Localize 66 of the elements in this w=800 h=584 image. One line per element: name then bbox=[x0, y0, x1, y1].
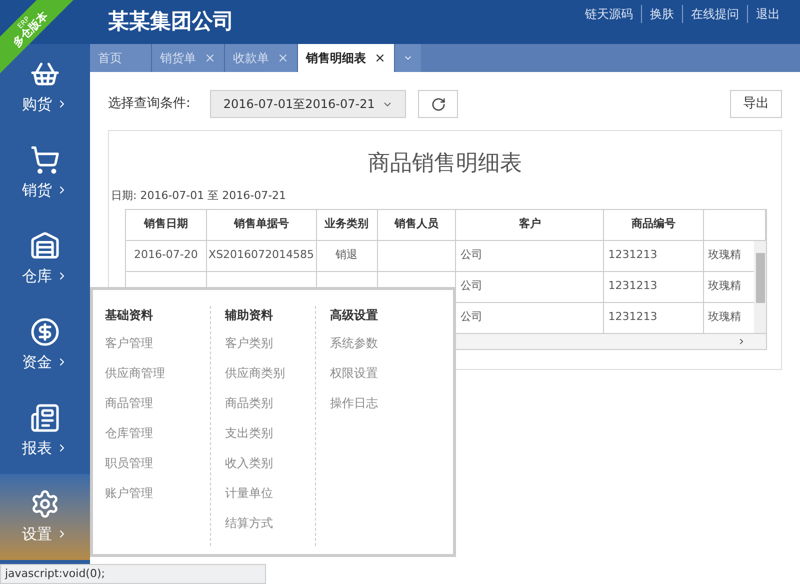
arrow-right-icon bbox=[737, 336, 746, 346]
menu-item[interactable]: 客户管理 bbox=[105, 328, 210, 358]
sidebar-item[interactable]: 仓库 bbox=[0, 216, 90, 302]
sidebar-item[interactable]: 销货 bbox=[0, 130, 90, 216]
column-header: 销售单据号 bbox=[206, 210, 317, 240]
settings-icon bbox=[30, 488, 60, 519]
header-link[interactable]: 换肤 bbox=[641, 5, 682, 23]
cart-icon bbox=[30, 144, 60, 175]
column-header: 商品编号 bbox=[604, 210, 704, 240]
dollar-icon bbox=[30, 316, 60, 347]
sidebar-item[interactable]: 报表 bbox=[0, 388, 90, 474]
menu-item[interactable]: 账户管理 bbox=[105, 478, 210, 508]
table-cell: XS2016072014585 bbox=[206, 240, 317, 270]
report-title: 商品销售明细表 bbox=[367, 150, 523, 178]
column-header: 业务类别 bbox=[316, 210, 378, 240]
date-line: 日期: 2016-07-01 至 2016-07-21 bbox=[111, 188, 288, 204]
menu-item[interactable]: 系统参数 bbox=[330, 328, 420, 358]
column-header: 销售人员 bbox=[378, 210, 456, 240]
table-cell: 1231213 bbox=[604, 272, 704, 302]
sidebar-label: 购货 bbox=[22, 94, 52, 115]
menu-heading: 辅助资料 bbox=[225, 307, 274, 324]
column-header: 客户 bbox=[456, 210, 604, 240]
menu-item[interactable]: 收入类别 bbox=[225, 448, 315, 478]
table-cell: 2016-07-20 bbox=[126, 240, 207, 270]
menu-heading: 基础资料 bbox=[105, 307, 154, 324]
header-link[interactable]: 退出 bbox=[747, 5, 788, 23]
menu-heading: 高级设置 bbox=[330, 307, 379, 324]
menu-item[interactable]: 商品类别 bbox=[225, 388, 315, 418]
menu-item[interactable]: 供应商类别 bbox=[225, 358, 315, 388]
menu-item[interactable]: 仓库管理 bbox=[105, 418, 210, 448]
tab[interactable]: 收款单 bbox=[225, 44, 298, 72]
status-bar: javascript:void(0); bbox=[0, 564, 266, 584]
menu-item[interactable]: 职员管理 bbox=[105, 448, 210, 478]
house-icon bbox=[30, 230, 60, 261]
tab[interactable]: 首页 bbox=[90, 44, 152, 72]
refresh-button[interactable] bbox=[418, 90, 458, 118]
list-card-icon bbox=[30, 402, 60, 433]
menu-item[interactable]: 商品管理 bbox=[105, 388, 210, 418]
menu-item[interactable]: 权限设置 bbox=[330, 358, 420, 388]
header-link[interactable]: 链天源码 bbox=[577, 5, 641, 23]
menu-item[interactable]: 客户类别 bbox=[225, 328, 315, 358]
close-icon[interactable] bbox=[374, 52, 386, 64]
sidebar-label: 资金 bbox=[22, 352, 52, 373]
menu-item[interactable]: 计量单位 bbox=[225, 478, 315, 508]
company-title: 某某集团公司 bbox=[108, 8, 234, 36]
table-cell: 公司 bbox=[456, 240, 604, 270]
sidebar-label: 设置 bbox=[22, 524, 52, 545]
filter-label: 选择查询条件: bbox=[108, 95, 190, 114]
export-button[interactable]: 导出 bbox=[730, 90, 782, 118]
table-cell: 销退 bbox=[316, 240, 378, 270]
table-cell: 1231213 bbox=[604, 240, 704, 270]
menu-item[interactable]: 供应商管理 bbox=[105, 358, 210, 388]
menu-item[interactable]: 支出类别 bbox=[225, 418, 315, 448]
sidebar-label: 报表 bbox=[22, 438, 52, 459]
sidebar-label: 仓库 bbox=[22, 266, 52, 287]
sidebar-item[interactable]: 资金 bbox=[0, 302, 90, 388]
menu-item[interactable]: 结算方式 bbox=[225, 508, 315, 538]
header-link[interactable]: 在线提问 bbox=[682, 5, 747, 23]
tab[interactable]: 销货单 bbox=[152, 44, 225, 72]
sidebar-label: 销货 bbox=[22, 180, 52, 201]
refresh-icon bbox=[430, 96, 446, 112]
sidebar-item[interactable]: 设置 bbox=[0, 474, 90, 560]
date-range-select[interactable]: 2016-07-01至2016-07-21 bbox=[210, 90, 406, 118]
column-header: 销售日期 bbox=[126, 210, 207, 240]
tab[interactable]: 销售明细表 bbox=[298, 44, 395, 72]
menu-item[interactable]: 操作日志 bbox=[330, 388, 420, 418]
